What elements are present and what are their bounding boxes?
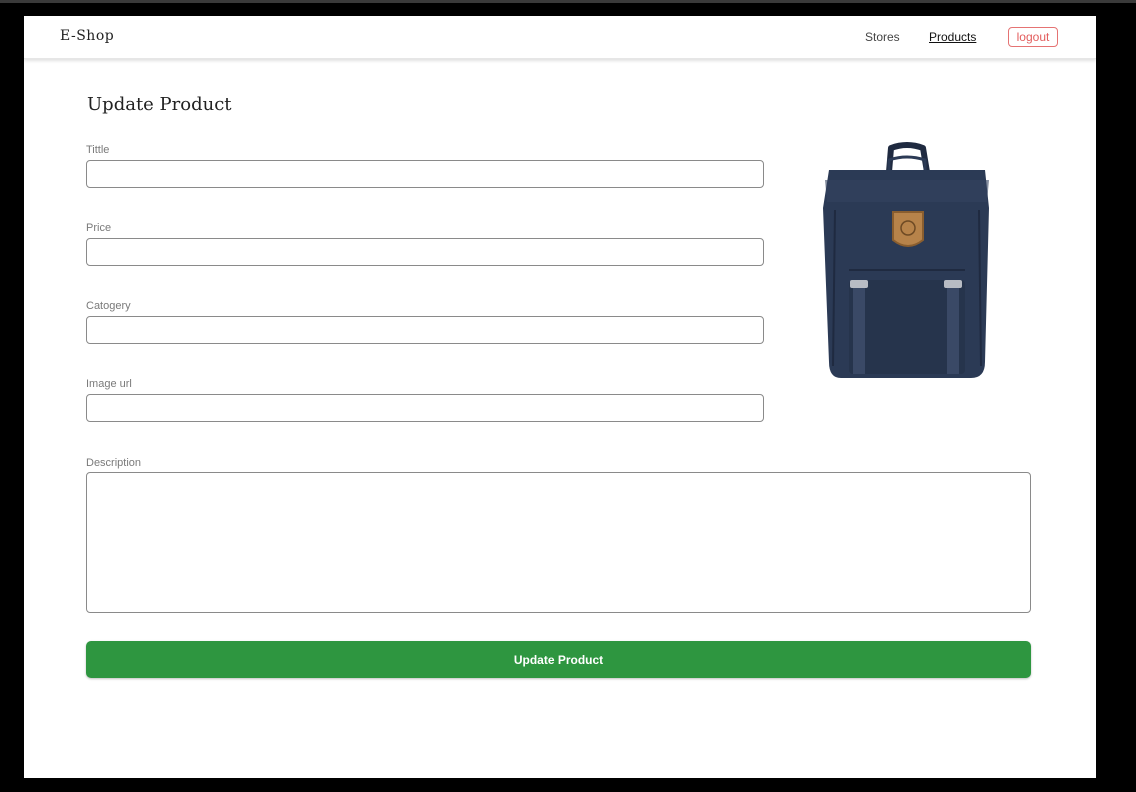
image-url-label: Image url xyxy=(86,378,132,390)
image-url-input[interactable] xyxy=(86,394,764,422)
category-label: Catogery xyxy=(86,300,131,312)
category-input[interactable] xyxy=(86,316,764,344)
app-frame: E-Shop Stores Products logout Update Pro… xyxy=(24,16,1096,778)
description-textarea[interactable] xyxy=(86,472,1031,613)
nav-link-stores[interactable]: Stores xyxy=(865,30,900,44)
nav-link-products[interactable]: Products xyxy=(929,30,976,44)
backpack-image xyxy=(823,142,989,378)
brand-logo[interactable]: E-Shop xyxy=(60,28,114,44)
title-label: Tittle xyxy=(86,144,110,156)
window-top-strip xyxy=(0,0,1136,3)
price-input[interactable] xyxy=(86,238,764,266)
price-label: Price xyxy=(86,222,112,234)
logout-button[interactable]: logout xyxy=(1008,27,1058,47)
description-label: Description xyxy=(86,457,142,469)
update-product-button[interactable]: Update Product xyxy=(86,641,1031,678)
page-title: Update Product xyxy=(87,94,232,115)
title-input[interactable] xyxy=(86,160,764,188)
navbar: E-Shop Stores Products logout xyxy=(24,16,1096,59)
